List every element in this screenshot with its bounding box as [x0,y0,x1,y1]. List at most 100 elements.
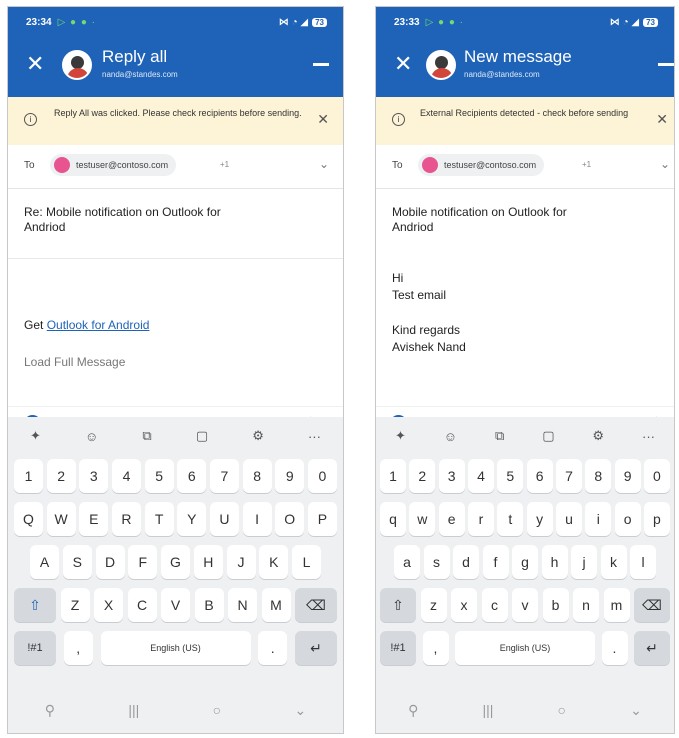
key[interactable]: Y [177,502,207,536]
chevron-down-icon[interactable]: ⌄ [660,157,670,171]
key[interactable]: 2 [409,459,436,493]
to-field[interactable]: To testuser@contoso.com +1 ⌄ [8,145,343,189]
key[interactable]: F [128,545,158,579]
emoji-icon[interactable]: ☺ [444,429,457,444]
sparkle-icon[interactable]: ✦ [395,428,406,444]
key[interactable]: 8 [242,459,272,493]
key[interactable]: 0 [643,459,670,493]
enter-key[interactable]: ↵ [634,631,670,665]
more-recipients-count[interactable]: +1 [220,160,229,169]
key[interactable]: 7 [555,459,582,493]
key[interactable]: b [542,588,569,622]
period-key[interactable]: . [601,631,628,665]
back-icon[interactable]: ⌄ [630,702,642,719]
close-icon[interactable]: ✕ [394,53,412,75]
key[interactable]: w [409,502,436,536]
key[interactable]: I [242,502,272,536]
key[interactable]: a [394,545,420,579]
key[interactable]: 9 [614,459,641,493]
more-icon[interactable]: ··· [642,429,655,444]
key[interactable]: Q [14,502,43,536]
key[interactable]: M [261,588,291,622]
key[interactable]: s [423,545,450,579]
load-full-message[interactable]: Load Full Message [24,355,125,369]
space-key[interactable]: English (US) [455,631,595,665]
enter-key[interactable]: ↵ [295,631,337,665]
key[interactable]: t [497,502,524,536]
home-icon[interactable]: ○ [213,702,221,718]
mic-icon[interactable]: ⚲ [45,702,55,719]
key[interactable]: k [600,545,627,579]
key[interactable]: N [228,588,257,622]
key[interactable]: Z [60,588,90,622]
key[interactable]: 0 [307,459,337,493]
space-key[interactable]: English (US) [100,631,251,665]
key[interactable]: J [226,545,256,579]
key[interactable]: A [30,545,59,579]
backspace-key[interactable]: ⌫ [634,588,670,622]
key[interactable]: 3 [79,459,109,493]
key[interactable]: u [555,502,582,536]
key[interactable]: S [62,545,92,579]
subject-field[interactable]: Mobile notification on Outlook for Andri… [392,205,567,235]
key[interactable]: y [526,502,553,536]
key[interactable]: X [94,588,123,622]
key[interactable]: E [79,502,109,536]
dismiss-banner-icon[interactable]: ✕ [656,111,668,128]
key[interactable]: B [194,588,224,622]
key[interactable]: c [481,588,508,622]
comma-key[interactable]: , [63,631,93,665]
key[interactable]: U [209,502,239,536]
close-icon[interactable]: ✕ [26,53,44,75]
key[interactable]: r [467,502,494,536]
key[interactable]: 1 [14,459,43,493]
key[interactable]: z [420,588,447,622]
key[interactable]: 5 [497,459,524,493]
emoji-icon[interactable]: ☺ [85,429,98,444]
symbols-key[interactable]: !#1 [14,631,56,665]
key[interactable]: o [614,502,641,536]
key[interactable]: L [292,545,321,579]
shift-key[interactable]: ⇧ [380,588,416,622]
avatar[interactable] [62,50,92,80]
key[interactable]: 3 [438,459,465,493]
back-icon[interactable]: ⌄ [295,702,307,719]
key[interactable]: g [512,545,538,579]
chevron-down-icon[interactable]: ⌄ [319,157,329,171]
avatar[interactable] [426,50,456,80]
key[interactable]: 4 [111,459,141,493]
key[interactable]: W [46,502,76,536]
message-body[interactable]: Re: Mobile notification on Outlook for A… [8,189,343,406]
message-body[interactable]: Mobile notification on Outlook for Andri… [376,189,674,406]
key[interactable]: q [380,502,406,536]
key[interactable]: x [451,588,477,622]
sticker-icon[interactable]: ▢ [542,428,554,444]
key[interactable]: 7 [209,459,239,493]
key[interactable]: 6 [177,459,207,493]
key[interactable]: H [193,545,223,579]
dismiss-banner-icon[interactable]: ✕ [317,111,329,128]
recipient-chip[interactable]: testuser@contoso.com [50,154,177,176]
key[interactable]: 2 [46,459,76,493]
key[interactable]: e [438,502,465,536]
key[interactable]: n [573,588,599,622]
symbols-key[interactable]: !#1 [380,631,416,665]
clipboard-icon[interactable]: ⧉ [495,428,504,444]
key[interactable]: m [603,588,630,622]
sticker-icon[interactable]: ▢ [196,428,208,444]
key[interactable]: 6 [526,459,553,493]
recent-apps-icon[interactable]: ||| [482,702,493,718]
period-key[interactable]: . [258,631,288,665]
key[interactable]: i [585,502,612,536]
key[interactable]: O [275,502,305,536]
mic-icon[interactable]: ⚲ [408,702,418,719]
key[interactable]: h [541,545,568,579]
key[interactable]: j [571,545,597,579]
key[interactable]: l [630,545,656,579]
key[interactable]: D [95,545,125,579]
comma-key[interactable]: , [422,631,449,665]
backspace-key[interactable]: ⌫ [295,588,337,622]
clipboard-icon[interactable]: ⧉ [142,428,151,444]
outlook-android-link[interactable]: Outlook for Android [47,318,150,332]
key[interactable]: 9 [275,459,305,493]
